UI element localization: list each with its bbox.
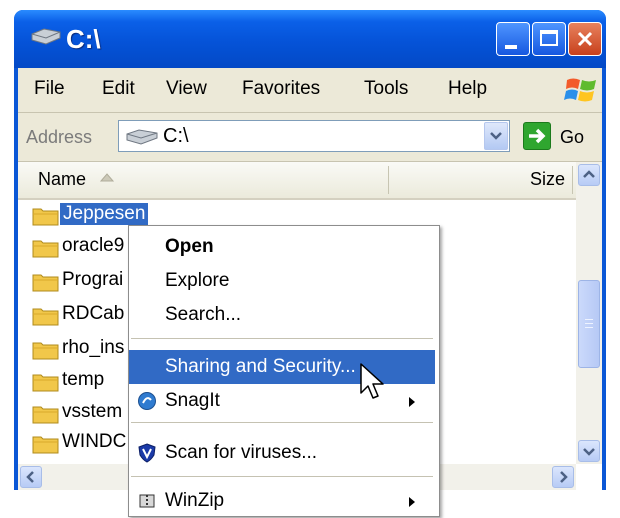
column-name[interactable]: Name (38, 169, 86, 190)
chevron-right-icon (560, 471, 568, 483)
menu-separator (131, 338, 433, 339)
submenu-arrow-icon (409, 397, 415, 407)
menu-item-label: SnagIt (165, 390, 220, 411)
menu-item-label: Explore (165, 270, 230, 291)
folder-icon (32, 308, 59, 326)
scroll-down-button[interactable] (578, 440, 600, 462)
menu-bar: File Edit View Favorites Tools Help (18, 68, 602, 113)
shield-icon (138, 443, 156, 463)
folder-icon (32, 240, 59, 258)
menu-favorites[interactable]: Favorites (242, 78, 320, 100)
chevron-up-icon (583, 170, 595, 178)
chevron-left-icon (26, 471, 34, 483)
address-value: C:\ (163, 125, 189, 147)
menu-item-label: Open (165, 236, 214, 257)
folder-icon (32, 342, 59, 360)
scroll-right-button[interactable] (552, 466, 574, 488)
menu-item-search[interactable]: Search... (129, 298, 435, 332)
drive-icon (126, 129, 158, 145)
title-bar[interactable]: C:\ (14, 10, 606, 68)
file-name: vsstem (62, 401, 123, 422)
submenu-arrow-icon (409, 497, 415, 507)
file-name: WINDC (62, 431, 127, 452)
menu-tools[interactable]: Tools (364, 78, 408, 100)
column-divider[interactable] (572, 166, 573, 194)
chevron-down-icon (583, 448, 595, 456)
file-name: rho_ins (62, 337, 125, 358)
scroll-left-button[interactable] (20, 466, 42, 488)
menu-edit[interactable]: Edit (102, 78, 135, 100)
folder-icon (32, 374, 59, 392)
sort-ascending-icon (100, 173, 114, 182)
file-name: RDCab (62, 303, 125, 324)
windows-logo-icon (564, 78, 596, 102)
scroll-thumb[interactable] (578, 280, 600, 368)
menu-item-snagit[interactable]: SnagIt (129, 384, 435, 418)
winzip-icon (139, 494, 155, 508)
window-title: C:\ (66, 24, 101, 54)
address-dropdown-button[interactable] (484, 122, 508, 150)
file-name: oracle9 (62, 235, 125, 256)
close-icon (577, 31, 593, 47)
address-bar: Address C:\ Go (18, 113, 602, 162)
menu-item-winzip[interactable]: WinZip (129, 484, 435, 518)
menu-item-sharing-and-security[interactable]: Sharing and Security... (129, 350, 435, 384)
menu-item-explore[interactable]: Explore (129, 264, 435, 298)
menu-item-label: Search... (165, 304, 242, 325)
maximize-button[interactable] (532, 22, 566, 56)
go-button[interactable] (523, 122, 551, 150)
address-label: Address (26, 127, 93, 147)
folder-icon (32, 436, 59, 454)
go-label[interactable]: Go (560, 127, 584, 148)
mouse-pointer-icon (360, 363, 384, 399)
column-divider[interactable] (388, 166, 389, 194)
folder-icon (32, 208, 59, 226)
folder-icon (32, 406, 59, 424)
menu-item-label: Scan for viruses... (165, 442, 318, 463)
menu-item-open[interactable]: Open (129, 230, 435, 264)
chevron-down-icon (490, 132, 502, 140)
column-header: Name Size (18, 162, 576, 200)
minimize-button[interactable] (496, 22, 530, 56)
menu-view[interactable]: View (166, 78, 207, 100)
menu-separator (131, 422, 433, 423)
context-menu: Open Explore Search... Sharing and Secur… (128, 225, 440, 517)
menu-file[interactable]: File (34, 78, 65, 100)
file-name: Jeppesen (60, 203, 149, 225)
folder-icon (32, 274, 59, 292)
menu-item-label: WinZip (165, 490, 225, 511)
column-size[interactable]: Size (530, 169, 565, 190)
menu-item-scan-for-viruses[interactable]: Scan for viruses... (129, 436, 435, 470)
scroll-up-button[interactable] (578, 164, 600, 186)
menu-item-label: Sharing and Security... (165, 356, 356, 377)
snagit-icon (138, 392, 156, 410)
menu-separator (131, 476, 433, 477)
address-input[interactable]: C:\ (118, 120, 510, 152)
close-button[interactable] (568, 22, 602, 56)
go-arrow-icon (529, 128, 546, 144)
file-name: Prograi (62, 269, 124, 290)
drive-icon (31, 28, 61, 45)
file-name: temp (62, 369, 105, 390)
menu-help[interactable]: Help (448, 78, 487, 100)
vertical-scrollbar[interactable] (576, 162, 602, 464)
